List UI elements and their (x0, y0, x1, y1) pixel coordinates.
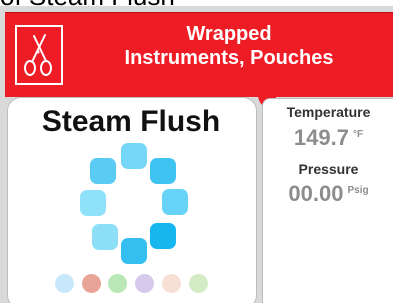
spinner-dot (121, 143, 147, 169)
temperature-unit: °F (352, 129, 364, 140)
spinner-dot (121, 238, 147, 264)
phase-indicator-dot (189, 274, 208, 293)
cycle-type-title: Wrapped Instruments, Pouches (79, 22, 379, 70)
spinner-dot (162, 189, 188, 215)
scissors-icon (24, 34, 52, 76)
cycle-type-title-line-1: Wrapped (186, 23, 272, 45)
phase-indicator-dot (135, 274, 154, 293)
sterilizer-screen: Wrapped Instruments, Pouches Steam Flush… (0, 6, 393, 303)
readings-panel: Temperature 149.7 °F Pressure 00.00 Psig (262, 98, 393, 303)
cycle-header: Wrapped Instruments, Pouches (5, 12, 393, 97)
temperature-value-row: 149.7 °F (263, 126, 393, 155)
spinner-dot (90, 158, 116, 184)
spinner-dot (80, 190, 106, 216)
spinner-dot (150, 223, 176, 249)
phase-indicator-dot (108, 274, 127, 293)
phase-indicator-dot (162, 274, 181, 293)
pressure-value-row: 00.00 Psig (263, 182, 393, 211)
cycle-status-panel: Steam Flush (7, 97, 257, 303)
temperature-label: Temperature (286, 104, 371, 120)
pressure-value: 00.00 (288, 181, 344, 206)
cycle-phase-title: Steam Flush (41, 105, 221, 138)
pressure-unit: Psig (347, 185, 369, 196)
spinner-dot (150, 158, 176, 184)
spinner-dot (92, 224, 118, 250)
phase-indicator-dot (55, 274, 74, 293)
cycle-phase-indicators (55, 274, 215, 294)
phase-indicator-dot (82, 274, 101, 293)
loading-spinner-icon (79, 143, 189, 267)
temperature-value: 149.7 (293, 125, 349, 150)
pressure-label: Pressure (298, 161, 359, 177)
instrument-type-button[interactable] (15, 25, 63, 85)
cycle-type-title-line-2: Instruments, Pouches (124, 47, 334, 69)
